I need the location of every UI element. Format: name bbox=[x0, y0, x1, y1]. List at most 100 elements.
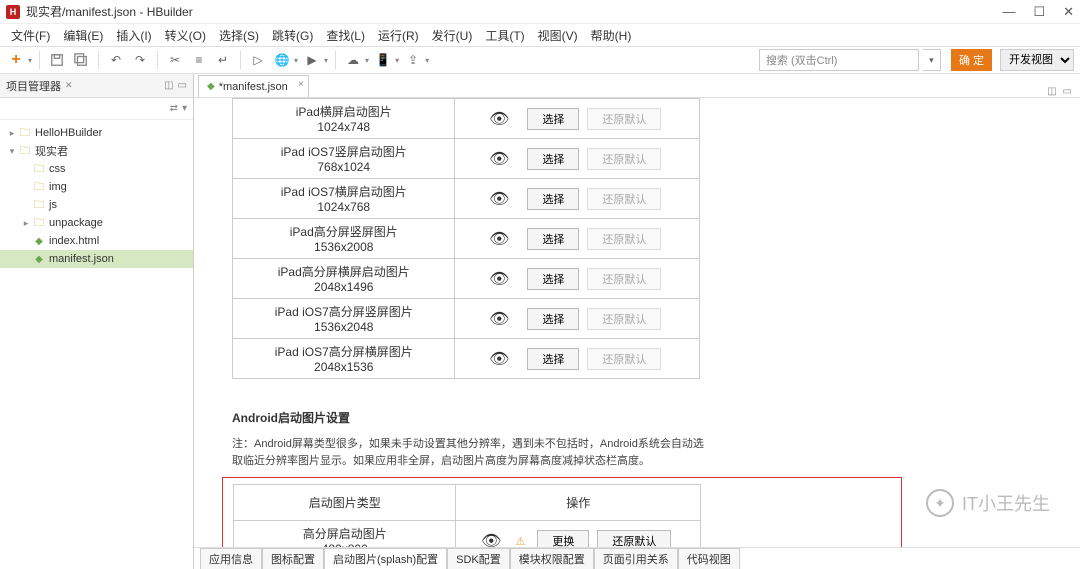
confirm-button[interactable]: 确 定 bbox=[951, 49, 992, 71]
ipad-splash-table: iPad横屏启动图片1024x748👁选择还原默认iPad iOS7竖屏启动图片… bbox=[232, 98, 700, 379]
wrap-button[interactable]: ↵ bbox=[213, 50, 233, 70]
editor-tab-manifest[interactable]: ◆ *manifest.json × bbox=[198, 75, 309, 97]
device-button[interactable]: 📱 bbox=[373, 50, 393, 70]
splash-ops-cell: 👁选择还原默认 bbox=[455, 339, 700, 379]
splash-type-cell: iPad横屏启动图片1024x748 bbox=[233, 99, 455, 139]
project-tree: ▸🗀HelloHBuilder▾🗀现实君🗀css🗀img🗀js▸🗀unpacka… bbox=[0, 120, 193, 569]
bottom-tab[interactable]: 图标配置 bbox=[262, 548, 324, 569]
splash-ops-cell: 👁选择还原默认 bbox=[455, 139, 700, 179]
manifest-bottom-tabs: 应用信息图标配置启动图片(splash)配置SDK配置模块权限配置页面引用关系代… bbox=[194, 547, 1080, 569]
splash-ops-cell: 👁 选择还原默认 bbox=[455, 259, 700, 299]
menu-item[interactable]: 文件(F) bbox=[6, 25, 55, 46]
menu-item[interactable]: 运行(R) bbox=[373, 25, 424, 46]
run2-button[interactable]: ▶ bbox=[302, 50, 322, 70]
menu-item[interactable]: 编辑(E) bbox=[58, 25, 108, 46]
window-title: 现实君/manifest.json - HBuilder bbox=[26, 3, 193, 20]
warning-icon: ⚠ bbox=[515, 536, 525, 548]
bottom-tab[interactable]: 应用信息 bbox=[200, 548, 262, 569]
splash-type-cell: iPad iOS7横屏启动图片1024x768 bbox=[233, 179, 455, 219]
eye-icon[interactable]: 👁 bbox=[481, 531, 501, 547]
menu-item[interactable]: 发行(U) bbox=[427, 25, 478, 46]
save-button[interactable] bbox=[47, 50, 67, 70]
menu-item[interactable]: 工具(T) bbox=[480, 25, 529, 46]
splash-ops-cell: 👁选择还原默认 bbox=[455, 219, 700, 259]
tree-item[interactable]: 🗀js bbox=[0, 196, 193, 214]
menubar: 文件(F)编辑(E)插入(I)转义(O)选择(S)跳转(G)查找(L)运行(R)… bbox=[0, 24, 1080, 46]
table-header: 操作 bbox=[456, 485, 701, 521]
select-button[interactable]: 选择 bbox=[527, 308, 579, 330]
restore-button: 还原默认 bbox=[587, 268, 661, 290]
search-go-button[interactable]: ▾ bbox=[923, 49, 941, 71]
splash-type-cell: iPad iOS7竖屏启动图片768x1024 bbox=[233, 139, 455, 179]
splash-type-cell: iPad高分屏横屏启动图片2048x1496 bbox=[233, 259, 455, 299]
maximize-button[interactable]: ☐ bbox=[1033, 4, 1045, 20]
menu-item[interactable]: 视图(V) bbox=[533, 25, 583, 46]
search-input[interactable]: 搜索 (双击Ctrl) bbox=[759, 49, 919, 71]
bottom-tab[interactable]: SDK配置 bbox=[447, 548, 510, 569]
close-tab-icon[interactable]: × bbox=[298, 79, 304, 90]
table-header: 启动图片类型 bbox=[234, 485, 456, 521]
eye-icon[interactable]: 👁 bbox=[489, 309, 509, 329]
select-button[interactable]: 选择 bbox=[527, 348, 579, 370]
eye-icon[interactable]: 👁 bbox=[489, 269, 509, 289]
bottom-tab[interactable]: 启动图片(splash)配置 bbox=[324, 548, 447, 569]
editor-area: ◆ *manifest.json × ◫ ▭ iPad横屏启动图片1024x74… bbox=[194, 74, 1080, 569]
run-button[interactable]: ▷ bbox=[248, 50, 268, 70]
tree-item[interactable]: 🗀img bbox=[0, 178, 193, 196]
menu-item[interactable]: 跳转(G) bbox=[267, 25, 318, 46]
menu-item[interactable]: 选择(S) bbox=[214, 25, 264, 46]
tree-item[interactable]: ▸🗀unpackage bbox=[0, 214, 193, 232]
close-button[interactable]: ✕ bbox=[1063, 4, 1074, 20]
cut-button[interactable]: ✂ bbox=[165, 50, 185, 70]
select-button[interactable]: 选择 bbox=[527, 148, 579, 170]
editor-maximize-icon[interactable]: ◫ bbox=[1047, 86, 1056, 97]
tree-item[interactable]: ◆index.html bbox=[0, 232, 193, 250]
publish-button[interactable]: ⇪ bbox=[403, 50, 423, 70]
eye-icon[interactable]: 👁 bbox=[489, 349, 509, 369]
panel-menu-icon[interactable]: ▾ bbox=[182, 103, 187, 114]
watermark: ✦ IT小王先生 bbox=[926, 489, 1050, 517]
tree-item[interactable]: ▸🗀HelloHBuilder bbox=[0, 124, 193, 142]
tree-item[interactable]: 🗀css bbox=[0, 160, 193, 178]
save-all-button[interactable] bbox=[71, 50, 91, 70]
eye-icon[interactable]: 👁 bbox=[489, 229, 509, 249]
redo-button[interactable]: ↷ bbox=[130, 50, 150, 70]
panel-min-icon[interactable]: ▭ bbox=[178, 80, 187, 91]
wechat-icon: ✦ bbox=[926, 489, 954, 517]
link-editor-icon[interactable]: ⇄ bbox=[170, 103, 178, 114]
menu-item[interactable]: 转义(O) bbox=[160, 25, 211, 46]
eye-icon[interactable]: 👁 bbox=[489, 149, 509, 169]
eye-icon[interactable]: 👁 bbox=[489, 109, 509, 129]
tree-item[interactable]: ◆manifest.json bbox=[0, 250, 193, 268]
view-select[interactable]: 开发视图 bbox=[1000, 49, 1074, 71]
editor-content[interactable]: iPad横屏启动图片1024x748👁选择还原默认iPad iOS7竖屏启动图片… bbox=[204, 98, 1070, 547]
restore-button[interactable]: 还原默认 bbox=[597, 530, 671, 548]
bottom-tab[interactable]: 页面引用关系 bbox=[594, 548, 678, 569]
minimize-button[interactable]: — bbox=[1002, 4, 1015, 20]
select-button[interactable]: 选择 bbox=[527, 228, 579, 250]
splash-type-cell: iPad iOS7高分屏竖屏图片1536x2048 bbox=[233, 299, 455, 339]
restore-button: 还原默认 bbox=[587, 108, 661, 130]
android-splash-table: 启动图片类型操作高分屏启动图片480x800👁⚠更换还原默认720P高分屏启动图… bbox=[233, 484, 701, 547]
select-button[interactable]: 选择 bbox=[527, 108, 579, 130]
cloud-button[interactable]: ☁ bbox=[343, 50, 363, 70]
panel-collapse-icon[interactable]: ◫ bbox=[164, 80, 173, 91]
splash-ops-cell: 👁 选择还原默认 bbox=[455, 299, 700, 339]
format-button[interactable]: ≡ bbox=[189, 50, 209, 70]
bottom-tab[interactable]: 模块权限配置 bbox=[510, 548, 594, 569]
menu-item[interactable]: 插入(I) bbox=[111, 25, 156, 46]
tree-item[interactable]: ▾🗀现实君 bbox=[0, 142, 193, 160]
editor-min-icon[interactable]: ▭ bbox=[1063, 86, 1072, 97]
undo-button[interactable]: ↶ bbox=[106, 50, 126, 70]
splash-type-cell: iPad iOS7高分屏横屏图片2048x1536 bbox=[233, 339, 455, 379]
select-button[interactable]: 选择 bbox=[527, 268, 579, 290]
menu-item[interactable]: 查找(L) bbox=[321, 25, 370, 46]
bottom-tab[interactable]: 代码视图 bbox=[678, 548, 740, 569]
eye-icon[interactable]: 👁 bbox=[489, 189, 509, 209]
new-button[interactable]: + bbox=[6, 50, 26, 70]
select-button[interactable]: 选择 bbox=[527, 188, 579, 210]
menu-item[interactable]: 帮助(H) bbox=[586, 25, 637, 46]
browser-button[interactable]: 🌐 bbox=[272, 50, 292, 70]
replace-button[interactable]: 更换 bbox=[537, 530, 589, 548]
restore-button: 还原默认 bbox=[587, 308, 661, 330]
